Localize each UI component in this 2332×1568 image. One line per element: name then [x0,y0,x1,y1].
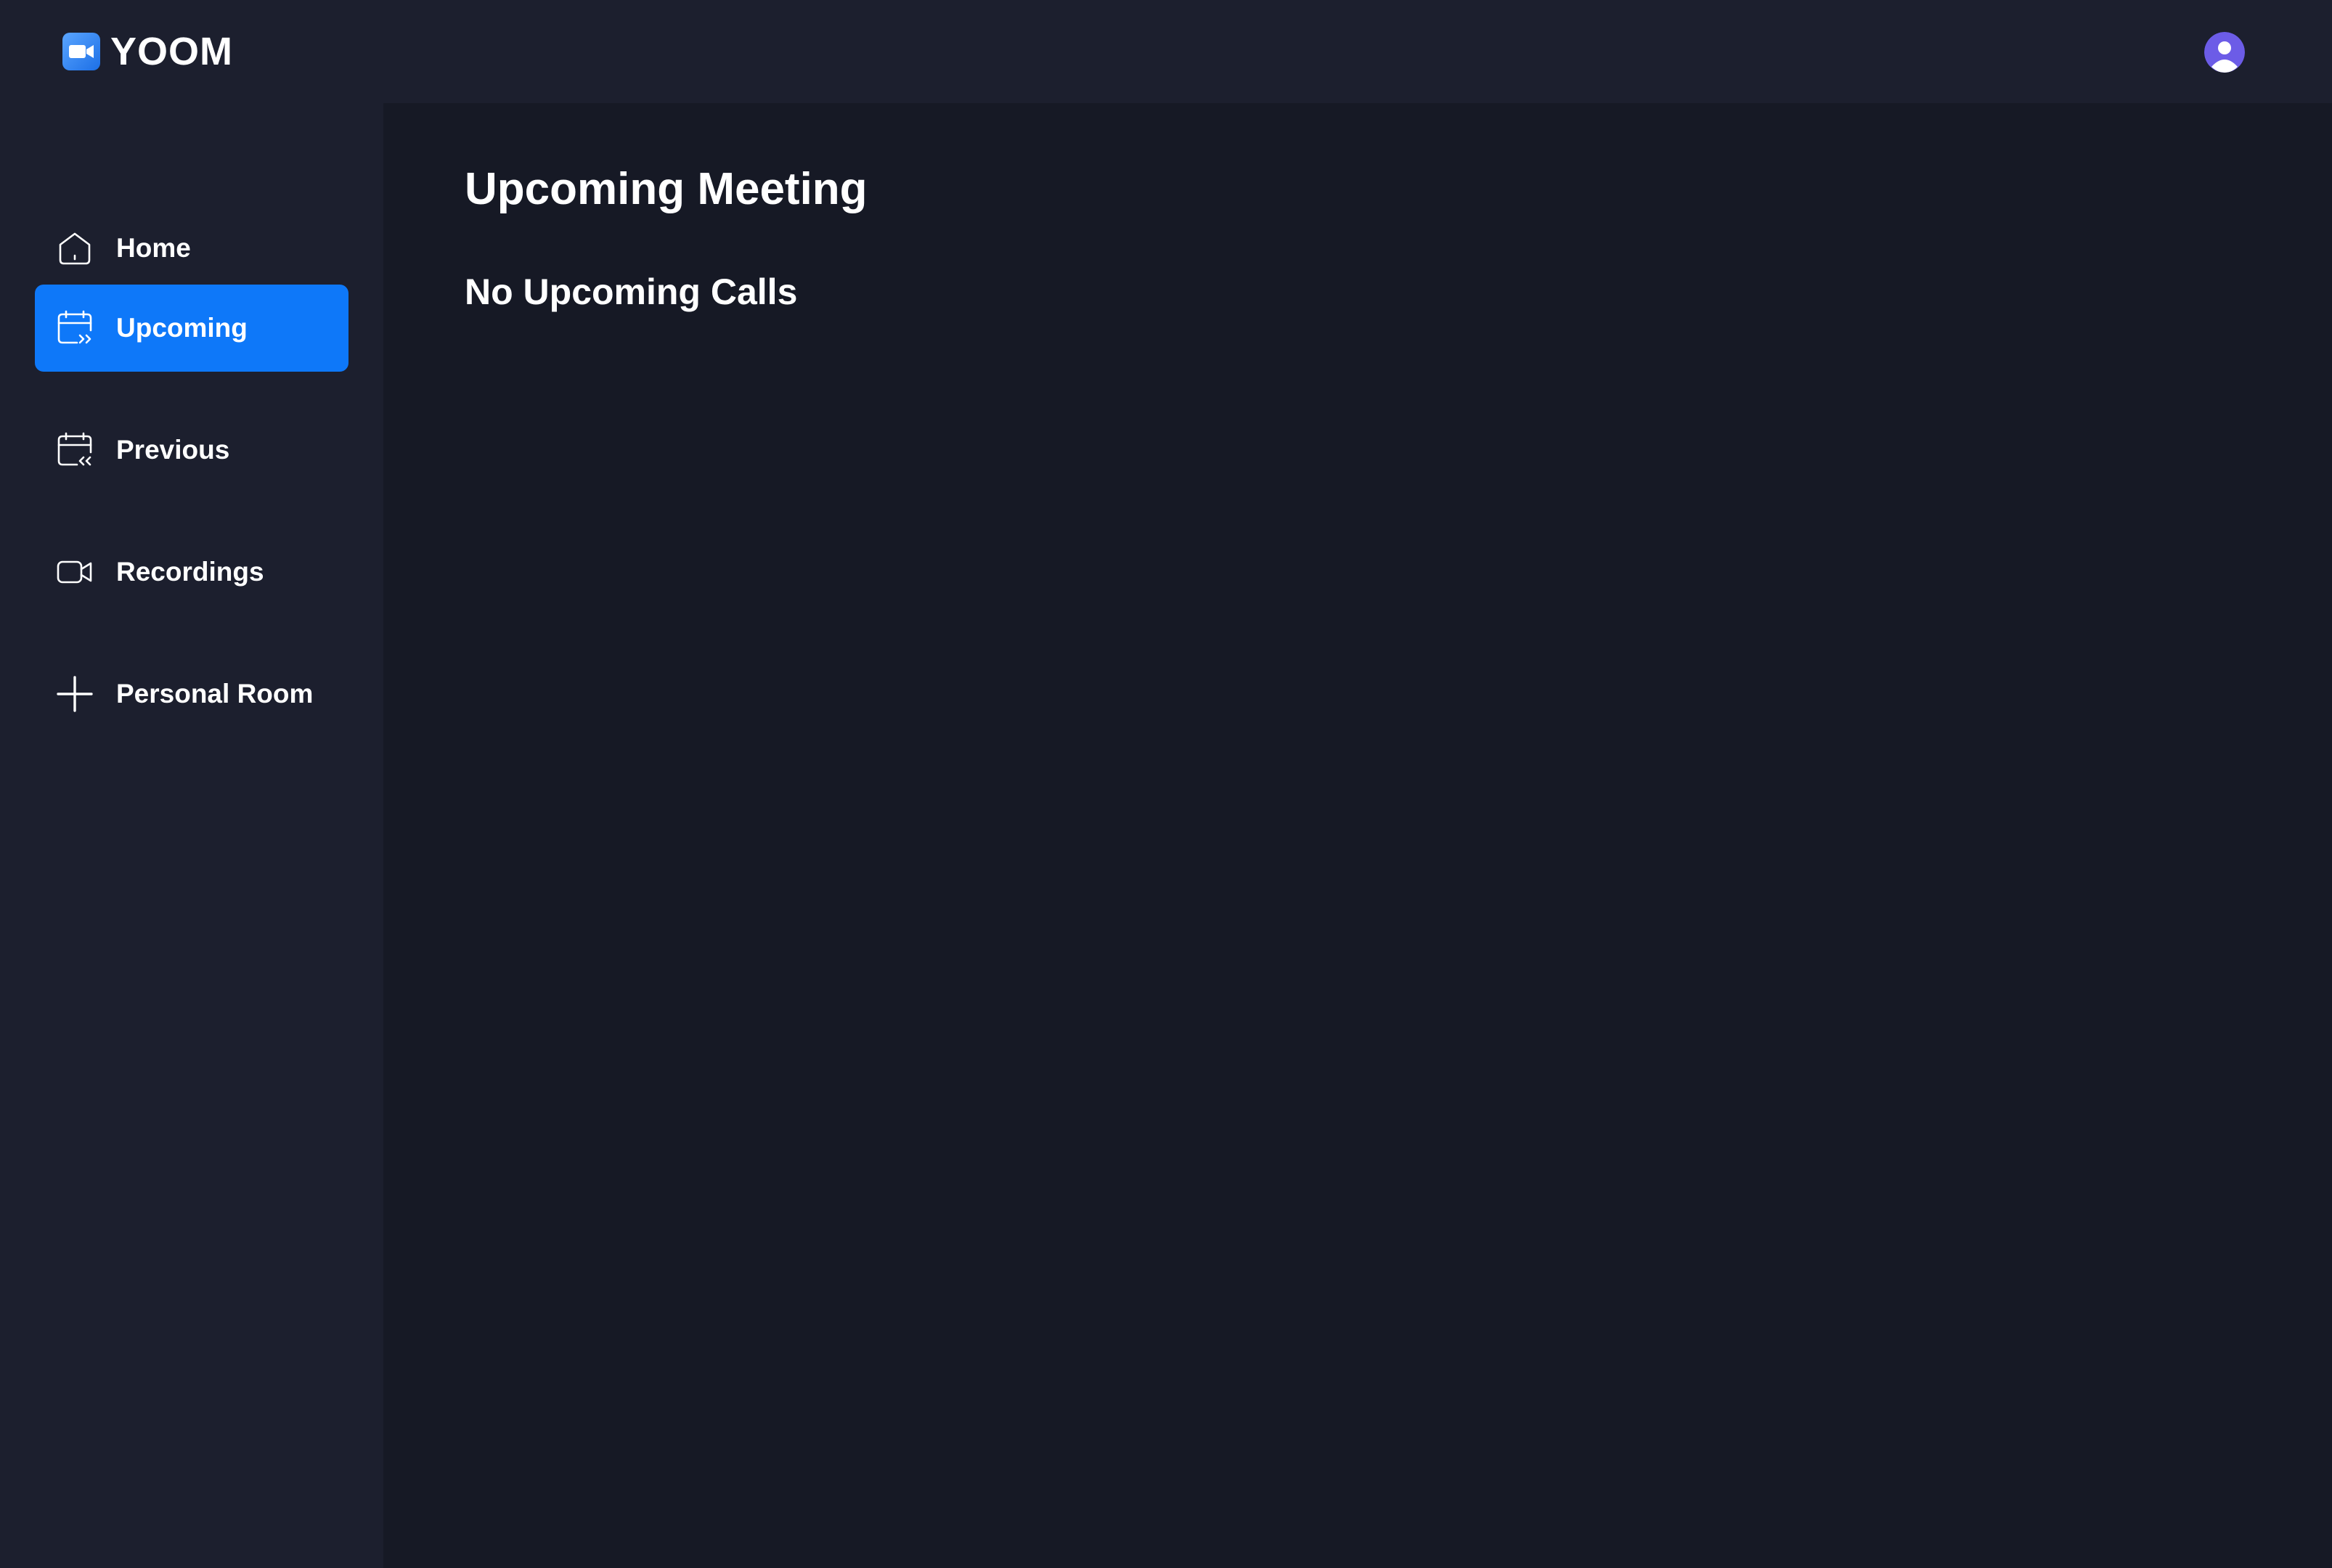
empty-state-message: No Upcoming Calls [465,271,798,312]
user-avatar-icon [2204,32,2245,73]
sidebar-item-personal-room[interactable]: Personal Room [35,650,348,738]
sidebar-item-label: Previous [116,435,230,465]
brand-logo-link[interactable]: YOOM [62,32,233,71]
app-window: YOOM Home Upcoming Previous Recordings P… [0,0,2332,1568]
top-navbar: YOOM [0,0,2332,103]
sidebar-item-previous[interactable]: Previous [35,407,348,494]
brand-name: YOOM [110,30,234,73]
main-content: Upcoming Meeting No Upcoming Calls [383,103,2332,1568]
calendar-upcoming-icon [57,310,92,344]
sidebar-item-label: Upcoming [116,313,248,343]
sidebar-item-label: Personal Room [116,679,314,709]
home-icon [59,232,91,265]
video-icon [57,560,92,584]
video-camera-logo-icon [62,33,100,70]
sidebar-item-upcoming[interactable]: Upcoming [35,285,348,372]
sidebar-item-label: Recordings [116,557,264,587]
sidebar-item-label: Home [116,233,191,263]
calendar-previous-icon [57,432,92,466]
page-title: Upcoming Meeting [465,164,868,214]
sidebar: Home Upcoming Previous Recordings Person… [0,103,383,1568]
plus-icon [57,676,93,712]
user-avatar-button[interactable] [2204,32,2245,73]
sidebar-item-recordings[interactable]: Recordings [35,528,348,616]
sidebar-item-home[interactable]: Home [35,205,348,292]
